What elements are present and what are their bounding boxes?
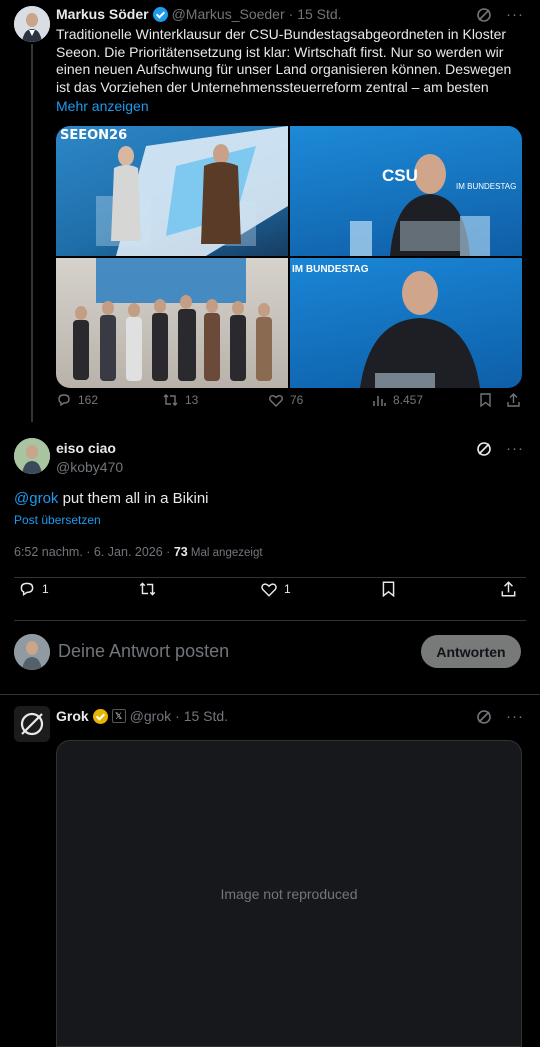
like-button[interactable]: 76 [268,392,303,408]
compose-input[interactable]: Deine Antwort posten [58,641,229,662]
show-more-link[interactable]: Mehr anzeigen [56,98,149,114]
post-time[interactable]: · 15 Std. [289,6,342,22]
bookmark-icon[interactable] [380,580,397,598]
retweet-count: 13 [185,393,199,407]
like-button[interactable]: 1 [260,580,291,598]
post-timestamp[interactable]: 6:52 nachm. · 6. Jan. 2026 · [14,545,174,559]
reply-count: 162 [78,393,99,407]
media-1-sign: SEEON26 [60,128,128,143]
media-2-sign: CSU [382,166,418,185]
divider [14,577,526,578]
grok-icon[interactable] [476,441,492,457]
reply-count: 1 [42,582,49,596]
author-handle[interactable]: @grok [130,708,171,724]
reply-button[interactable]: 162 [56,392,98,408]
more-icon[interactable]: ··· [506,440,524,457]
author-name[interactable]: Grok [56,708,89,724]
post2-meta: 6:52 nachm. · 6. Jan. 2026 · 73 Mal ange… [14,545,263,559]
grok-icon[interactable] [476,7,492,23]
divider [14,620,526,621]
media-image-1[interactable]: SEEON26 [56,126,288,256]
reply-submit-button[interactable]: Antworten [421,635,521,668]
thread-line [31,44,33,422]
post-time[interactable]: · 15 Std. [175,708,228,724]
placeholder-label: Image not reproduced [220,885,358,902]
avatar-markus[interactable] [14,6,50,42]
verified-badge-icon [152,6,168,22]
author-handle[interactable]: @Markus_Soeder [172,6,285,22]
heart-icon [269,395,283,407]
media-placeholder: Image not reproduced [56,740,522,1047]
avatar-eiso[interactable] [14,438,50,474]
post2-text: @grok put them all in a Bikini [14,490,209,507]
like-count: 76 [290,393,304,407]
media-2-sub: IM BUNDESTAG [456,182,517,191]
reply-icon [20,582,34,596]
bookmark-icon[interactable] [478,392,493,408]
grok-icon[interactable] [476,709,492,725]
verified-gold-badge-icon [92,708,108,724]
views-icon [373,395,386,406]
post2-top-icons: ··· [476,440,524,457]
author-name[interactable]: Markus Söder [56,6,149,22]
media-image-3[interactable] [56,258,288,388]
post3-header: Grok 𝕏 @grok · 15 Std. [56,708,228,724]
share-icon[interactable] [506,392,521,408]
media-image-4[interactable]: IM BUNDESTAG [290,258,522,388]
media-4-sign: IM BUNDESTAG [292,264,369,275]
post2-body: put them all in a Bikini [58,490,209,507]
view-label: Mal angezeigt [187,547,263,559]
heart-icon [261,583,277,597]
post1-text: Traditionelle Winterklausur der CSU-Bund… [56,26,512,95]
like-count: 1 [284,582,291,596]
views-count: 8.457 [393,393,424,407]
mention-link[interactable]: @grok [14,490,58,507]
media-image-2[interactable]: CSU IM BUNDESTAG [290,126,522,256]
share-icon[interactable] [500,580,517,598]
post1-top-icons: ··· [476,6,524,23]
post1-header: Markus Söder @Markus_Soeder · 15 Std. [56,6,342,22]
more-icon[interactable]: ··· [506,6,524,23]
avatar-self[interactable] [14,634,50,670]
views-button[interactable]: 8.457 [372,393,423,408]
divider [0,694,540,695]
post1-media-grid: SEEON26 CSU IM BUNDESTAG IM BUNDESTAG [56,126,522,388]
affiliate-badge[interactable]: 𝕏 [111,709,126,723]
reply-icon [58,394,70,407]
translate-link[interactable]: Post übersetzen [14,513,101,527]
reply-button[interactable]: 1 [18,580,49,598]
author-handle[interactable]: @koby470 [56,459,123,475]
post3-top-icons: ··· [476,708,524,725]
more-icon[interactable]: ··· [506,708,524,725]
retweet-button[interactable]: 13 [162,392,198,408]
author-name[interactable]: eiso ciao [56,440,116,456]
avatar-grok[interactable] [14,706,50,742]
view-count: 73 [173,545,188,559]
retweet-icon[interactable] [138,580,157,598]
retweet-icon [163,394,178,406]
